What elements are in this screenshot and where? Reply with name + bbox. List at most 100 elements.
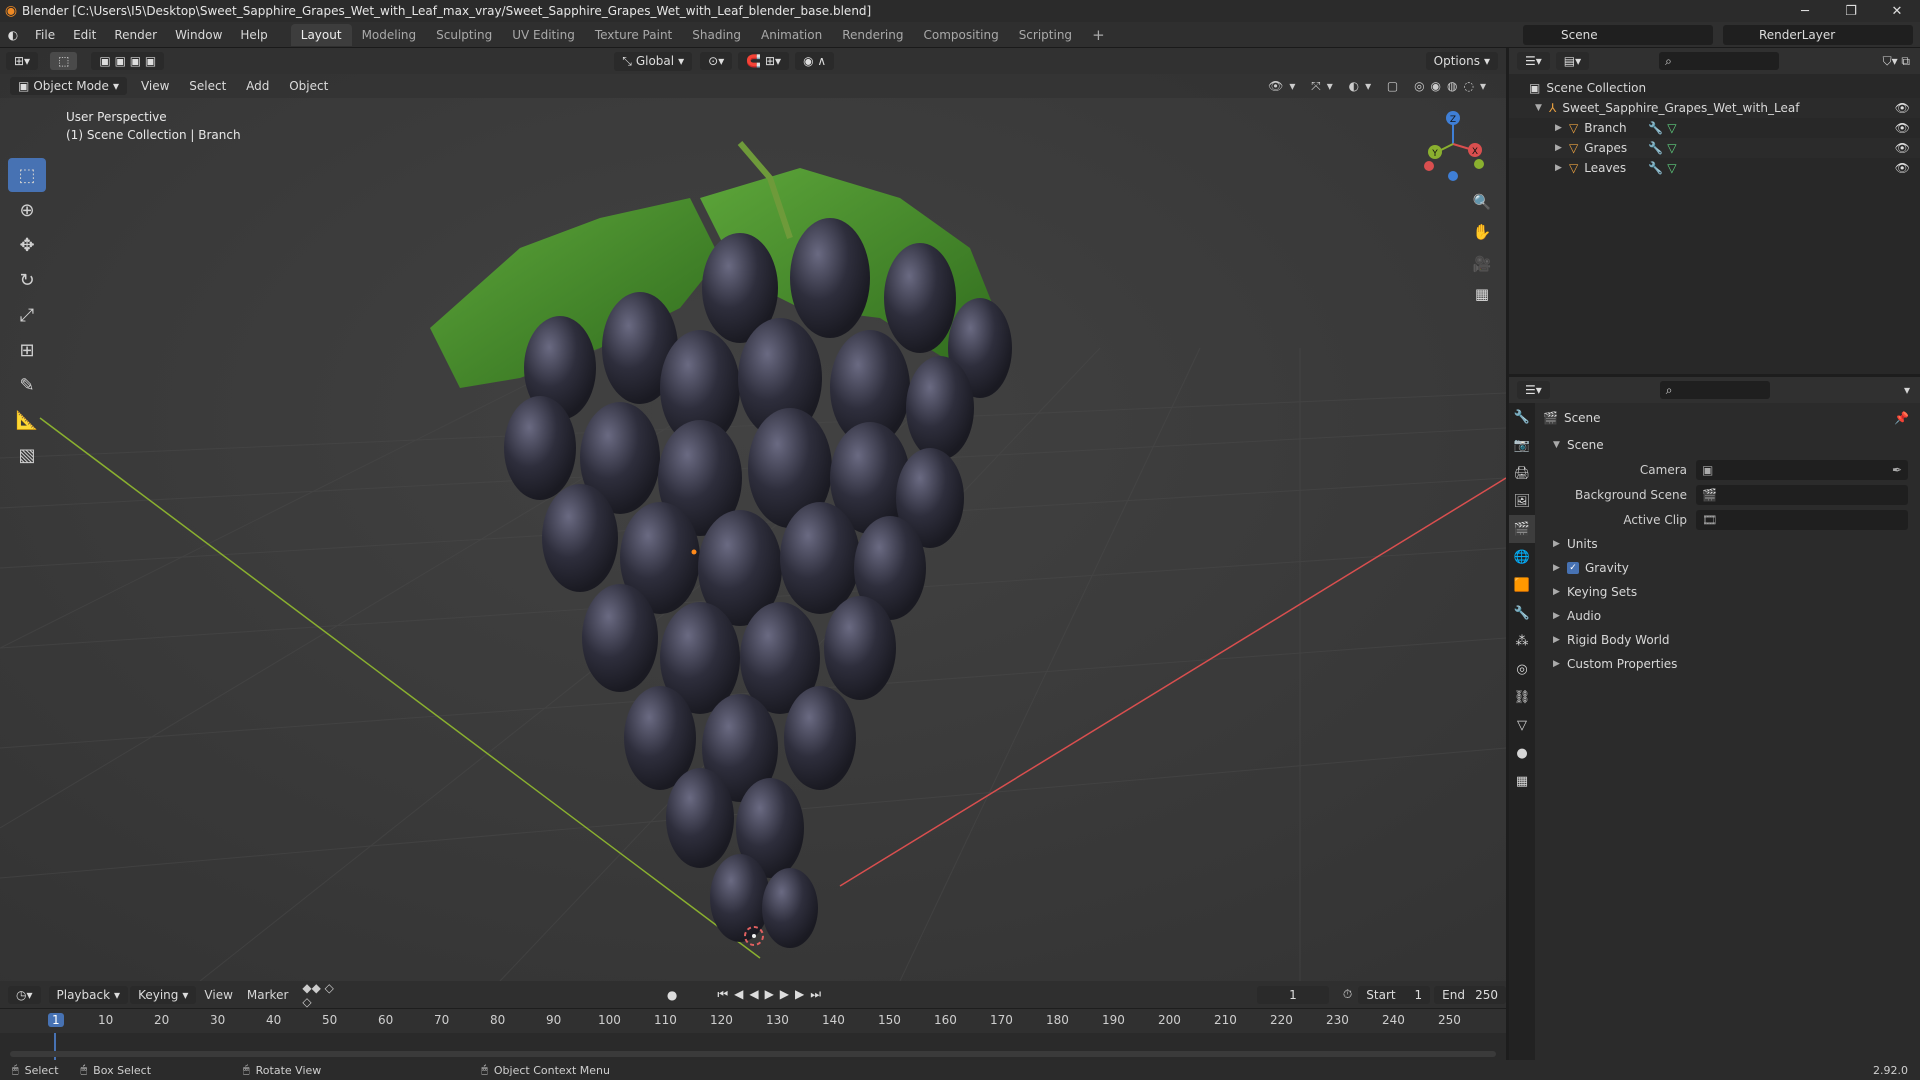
timeline-ruler[interactable]: 1 10 20 30 40 50 60 70 80 90 100 110 120…: [0, 1009, 1506, 1033]
output-tab-icon[interactable]: 🖨: [1509, 459, 1535, 487]
outliner-collection[interactable]: ▼ ⅄ Sweet_Sapphire_Grapes_Wet_with_Leaf …: [1509, 98, 1920, 118]
mode-dropdown[interactable]: ▣ Object Mode ▾: [10, 77, 127, 95]
menu-file[interactable]: File: [26, 28, 64, 42]
material-tab-icon[interactable]: ●: [1509, 739, 1535, 767]
menu-render[interactable]: Render: [105, 28, 166, 42]
tab-compositing[interactable]: Compositing: [913, 24, 1008, 46]
viewport-shading-buttons[interactable]: 👁▾ ⤧▾ ◐▾ ▢ ◎◉◍◌▾: [1268, 79, 1492, 94]
measure-tool[interactable]: 📐: [8, 403, 46, 437]
maximize-button[interactable]: ❐: [1828, 0, 1874, 22]
pan-hand-icon[interactable]: ✋: [1468, 218, 1496, 246]
timeline-editor-type[interactable]: ◷▾: [8, 985, 41, 1004]
keying-menu[interactable]: Keying ▾: [130, 985, 197, 1004]
outliner-scene-collection[interactable]: ▣ Scene Collection: [1509, 78, 1920, 98]
properties-editor-type[interactable]: ☰▾: [1517, 381, 1550, 399]
transform-orientation-dropdown[interactable]: ⤡ Global ▾: [614, 51, 693, 71]
display-mode-dropdown[interactable]: ▤▾: [1555, 52, 1590, 70]
tab-modeling[interactable]: Modeling: [352, 24, 427, 46]
add-cube-tool[interactable]: ▧: [8, 438, 46, 472]
camera-view-icon[interactable]: 🎥: [1468, 250, 1496, 278]
rigid-body-world-panel[interactable]: ▶ Rigid Body World: [1543, 628, 1915, 652]
gravity-checkbox[interactable]: ✓: [1567, 562, 1579, 574]
pivot-dropdown[interactable]: ⊙▾: [700, 52, 733, 70]
custom-properties-panel[interactable]: ▶ Custom Properties: [1543, 652, 1915, 676]
particles-tab-icon[interactable]: ⁂: [1509, 627, 1535, 655]
background-scene-field[interactable]: 🎬: [1696, 484, 1908, 505]
outliner-item-branch[interactable]: ▶ ▽ Branch 🔧 ▽ 👁: [1509, 118, 1920, 138]
tab-layout[interactable]: Layout: [290, 23, 352, 46]
outliner-item-grapes[interactable]: ▶ ▽ Grapes 🔧 ▽ 👁: [1509, 138, 1920, 158]
vp-menu-select[interactable]: Select: [181, 79, 234, 93]
timeline-view-menu[interactable]: View: [204, 988, 232, 1002]
vp-menu-view[interactable]: View: [133, 79, 177, 93]
move-tool[interactable]: ✥: [8, 228, 46, 262]
constraints-tab-icon[interactable]: ⛓: [1509, 683, 1535, 711]
playback-menu[interactable]: Playback ▾: [48, 985, 129, 1004]
tab-uv-editing[interactable]: UV Editing: [502, 24, 585, 46]
tool-tab-icon[interactable]: 🔧: [1509, 403, 1535, 431]
active-clip-field[interactable]: 🎞: [1696, 509, 1908, 530]
playhead-frame[interactable]: 1: [48, 1013, 64, 1027]
close-button[interactable]: ✕: [1874, 0, 1920, 22]
pin-icon[interactable]: 📌: [1894, 411, 1909, 425]
tab-rendering[interactable]: Rendering: [832, 24, 913, 46]
expand-arrow-icon[interactable]: ▶: [1555, 143, 1569, 153]
units-panel[interactable]: ▶ Units: [1543, 532, 1915, 556]
expand-arrow-icon[interactable]: ▶: [1555, 163, 1569, 173]
keying-sets-panel[interactable]: ▶ Keying Sets: [1543, 580, 1915, 604]
record-button[interactable]: ●: [667, 988, 677, 1002]
playback-controls[interactable]: ⏮◀◀▶▶▶⏭: [717, 987, 827, 1002]
scale-tool[interactable]: ⤢: [8, 298, 46, 332]
keyframe-icons[interactable]: ◆◆ ◇ ◇: [302, 981, 346, 1009]
scene-panel-header[interactable]: ▼ Scene: [1543, 433, 1915, 457]
view-layer-tab-icon[interactable]: 🖼: [1509, 487, 1535, 515]
properties-search-input[interactable]: ⌕: [1659, 381, 1770, 399]
tab-animation[interactable]: Animation: [751, 24, 832, 46]
editor-type-button[interactable]: ⊞▾: [6, 52, 39, 70]
outliner-item-leaves[interactable]: ▶ ▽ Leaves 🔧 ▽ 👁: [1509, 158, 1920, 178]
camera-field[interactable]: ▣ ✒: [1696, 459, 1908, 480]
menu-edit[interactable]: Edit: [64, 28, 105, 42]
cursor-tool[interactable]: ⊕: [8, 193, 46, 227]
tab-scripting[interactable]: Scripting: [1009, 24, 1082, 46]
visibility-eye-icon[interactable]: 👁: [1895, 161, 1910, 175]
rotate-tool[interactable]: ↻: [8, 263, 46, 297]
blender-menu-icon[interactable]: ◐: [0, 22, 26, 48]
transform-tool[interactable]: ⊞: [8, 333, 46, 367]
end-frame-field[interactable]: End 250: [1434, 985, 1507, 1004]
menu-window[interactable]: Window: [166, 28, 231, 42]
physics-tab-icon[interactable]: ◎: [1509, 655, 1535, 683]
annotate-tool[interactable]: ✎: [8, 368, 46, 402]
outliner-search-input[interactable]: ⌕: [1659, 52, 1780, 70]
gravity-panel[interactable]: ▶ ✓ Gravity: [1543, 556, 1915, 580]
visibility-eye-icon[interactable]: 👁: [1895, 121, 1910, 135]
chevron-down-icon[interactable]: ▾: [1904, 383, 1910, 397]
eyedropper-icon[interactable]: ✒: [1892, 463, 1902, 477]
minimize-button[interactable]: ─: [1782, 0, 1828, 22]
selection-modes[interactable]: ▣ ▣ ▣ ▣: [91, 52, 165, 70]
outliner-editor-type[interactable]: ☰▾: [1517, 52, 1550, 70]
select-box-tool[interactable]: ⬚: [8, 158, 46, 192]
3d-viewport[interactable]: ⊞▾ ⬚ ▣ ▣ ▣ ▣ ⤡ Global ▾ ⊙▾ 🧲 ⊞▾ ◉ ∧ Opti…: [0, 48, 1506, 981]
expand-arrow-icon[interactable]: ▼: [1535, 103, 1549, 113]
visibility-eye-icon[interactable]: 👁: [1895, 101, 1910, 115]
tab-shading[interactable]: Shading: [682, 24, 751, 46]
snap-toggle[interactable]: 🧲 ⊞▾: [738, 52, 790, 70]
render-tab-icon[interactable]: 📷: [1509, 431, 1535, 459]
menu-help[interactable]: Help: [231, 28, 276, 42]
tab-sculpting[interactable]: Sculpting: [426, 24, 502, 46]
select-mode-icon[interactable]: ⬚: [50, 52, 78, 70]
world-tab-icon[interactable]: 🌐: [1509, 543, 1535, 571]
object-tab-icon[interactable]: 🟧: [1509, 571, 1535, 599]
data-tab-icon[interactable]: ▽: [1509, 711, 1535, 739]
options-dropdown[interactable]: Options ▾: [1425, 52, 1498, 70]
texture-tab-icon[interactable]: ▦: [1509, 767, 1535, 795]
timeline-scrollbar[interactable]: [10, 1051, 1496, 1057]
timeline-marker-menu[interactable]: Marker: [247, 988, 288, 1002]
audio-panel[interactable]: ▶ Audio: [1543, 604, 1915, 628]
render-layer-selector[interactable]: RenderLayer: [1723, 25, 1913, 45]
scene-tab-icon[interactable]: 🎬: [1509, 515, 1535, 543]
perspective-grid-icon[interactable]: ▦: [1468, 280, 1496, 308]
modifier-tab-icon[interactable]: 🔧: [1509, 599, 1535, 627]
expand-arrow-icon[interactable]: ▶: [1555, 123, 1569, 133]
